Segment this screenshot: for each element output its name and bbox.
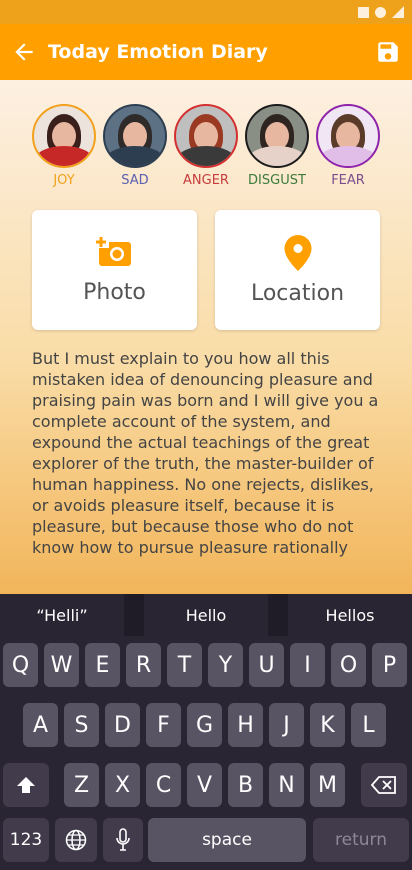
key-d[interactable]: D [105, 703, 140, 747]
avatar-joy[interactable] [32, 104, 96, 168]
emotion-disgust[interactable]: DISGUST [245, 104, 309, 188]
location-pin-icon [284, 234, 311, 271]
emotion-selector: JOY SAD ANGER DISGUST FEAR [0, 80, 412, 188]
suggestion-bar: “Helli” Hello Hellos [0, 594, 412, 636]
key-s[interactable]: S [64, 703, 99, 747]
return-key[interactable]: return [313, 818, 409, 862]
location-button[interactable]: Location [215, 210, 380, 330]
key-j[interactable]: J [269, 703, 304, 747]
key-n[interactable]: N [269, 763, 304, 807]
divider [124, 594, 144, 636]
divider [268, 594, 288, 636]
key-b[interactable]: B [228, 763, 263, 807]
triangle-icon [392, 6, 404, 18]
location-label: Location [250, 280, 345, 306]
key-r[interactable]: R [126, 643, 161, 687]
status-icons [358, 6, 404, 18]
emotion-label-fear: FEAR [331, 173, 365, 188]
key-h[interactable]: H [228, 703, 263, 747]
suggestion-3[interactable]: Hellos [288, 594, 412, 636]
key-i[interactable]: I [290, 643, 325, 687]
emotion-sad[interactable]: SAD [103, 104, 167, 188]
content-area: JOY SAD ANGER DISGUST FEAR Photo Locatio… [0, 80, 412, 594]
key-m[interactable]: M [310, 763, 345, 807]
microphone-key[interactable] [103, 818, 143, 862]
globe-icon [65, 829, 87, 851]
key-p[interactable]: P [372, 643, 407, 687]
suggestion-1[interactable]: “Helli” [0, 594, 124, 636]
app-bar: Today Emotion Diary [0, 24, 412, 80]
page-title: Today Emotion Diary [48, 41, 268, 63]
emotion-label-joy: JOY [53, 173, 75, 188]
emotion-label-anger: ANGER [183, 173, 229, 188]
action-cards: Photo Location [0, 188, 412, 330]
emotion-anger[interactable]: ANGER [174, 104, 238, 188]
key-l[interactable]: L [351, 703, 386, 747]
photo-label: Photo [83, 279, 146, 305]
photo-button[interactable]: Photo [32, 210, 197, 330]
key-k[interactable]: K [310, 703, 345, 747]
numbers-key[interactable]: 123 [3, 818, 49, 862]
save-icon[interactable] [374, 38, 402, 66]
key-o[interactable]: O [331, 643, 366, 687]
key-q[interactable]: Q [3, 643, 38, 687]
key-y[interactable]: Y [208, 643, 243, 687]
key-g[interactable]: G [187, 703, 222, 747]
backspace-icon [371, 776, 396, 794]
space-key[interactable]: space [148, 818, 306, 862]
avatar-disgust[interactable] [245, 104, 309, 168]
shift-arrow-icon [17, 777, 35, 793]
avatar-anger[interactable] [174, 104, 238, 168]
key-t[interactable]: T [167, 643, 202, 687]
status-bar [0, 0, 412, 24]
microphone-icon [116, 828, 130, 851]
keyboard: “Helli” Hello Hellos Q W E R T Y U I O P… [0, 594, 412, 870]
square-icon [358, 6, 369, 18]
key-e[interactable]: E [85, 643, 120, 687]
emotion-label-sad: SAD [121, 173, 149, 188]
key-z[interactable]: Z [64, 763, 99, 807]
key-a[interactable]: A [23, 703, 58, 747]
key-w[interactable]: W [44, 643, 79, 687]
back-arrow-icon[interactable] [0, 24, 48, 80]
emotion-joy[interactable]: JOY [32, 104, 96, 188]
suggestion-2[interactable]: Hello [144, 594, 268, 636]
emotion-label-disgust: DISGUST [248, 173, 306, 188]
key-u[interactable]: U [249, 643, 284, 687]
shift-key[interactable] [3, 763, 49, 807]
globe-key[interactable] [55, 818, 97, 862]
add-photo-icon [94, 235, 131, 266]
backspace-key[interactable] [361, 763, 407, 807]
avatar-sad[interactable] [103, 104, 167, 168]
avatar-fear[interactable] [316, 104, 380, 168]
key-f[interactable]: F [146, 703, 181, 747]
emotion-fear[interactable]: FEAR [316, 104, 380, 188]
key-c[interactable]: C [146, 763, 181, 807]
diary-text[interactable]: But I must explain to you how all this m… [0, 330, 412, 558]
circle-icon [375, 6, 386, 18]
key-v[interactable]: V [187, 763, 222, 807]
key-x[interactable]: X [105, 763, 140, 807]
